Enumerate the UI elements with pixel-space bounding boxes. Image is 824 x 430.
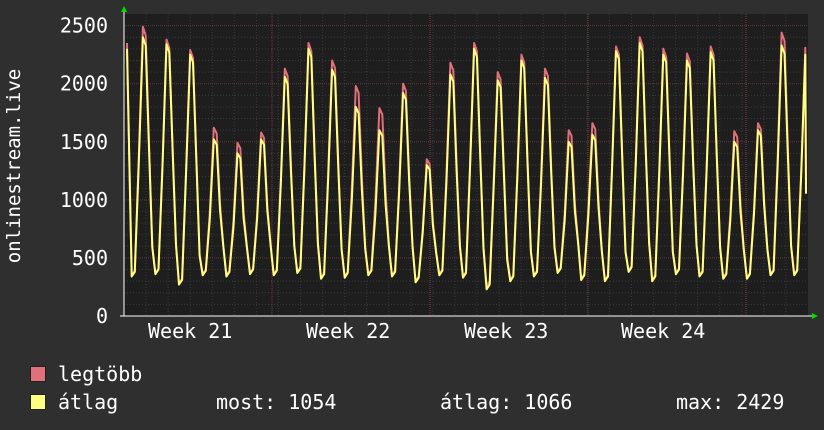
x-tick-label: Week 24 [621, 319, 705, 343]
y-axis-arrow [121, 6, 127, 12]
x-axis-labels: Week 21 Week 22 Week 23 Week 24 [148, 319, 705, 343]
y-tick-label: 1500 [60, 130, 108, 154]
legend-item-max: legtöbb [30, 362, 142, 386]
legend-swatch-avg [30, 394, 46, 410]
x-tick-label: Week 22 [306, 319, 390, 343]
legend-item-avg: átlag [30, 390, 118, 414]
stat-max: max: 2429 [676, 390, 785, 414]
stat-average: átlag: 1066 [440, 390, 573, 414]
y-tick-label: 2000 [60, 72, 108, 96]
x-tick-label: Week 21 [148, 319, 232, 343]
x-axis-arrow [812, 313, 818, 319]
legend-label-avg: átlag [58, 390, 119, 414]
y-tick-label: 500 [72, 246, 108, 270]
y-tick-label: 2500 [60, 14, 108, 38]
y-tick-label: 0 [96, 304, 108, 328]
x-tick-label: Week 23 [464, 319, 548, 343]
stat-now: most: 1054 [216, 390, 337, 414]
y-tick-label: 1000 [60, 188, 108, 212]
legend-swatch-max [30, 366, 46, 382]
y-axis-label: onlinestream.live [3, 69, 25, 263]
legend-label-max: legtöbb [58, 362, 143, 386]
y-axis-labels: 0 500 1000 1500 2000 2500 [60, 14, 108, 328]
